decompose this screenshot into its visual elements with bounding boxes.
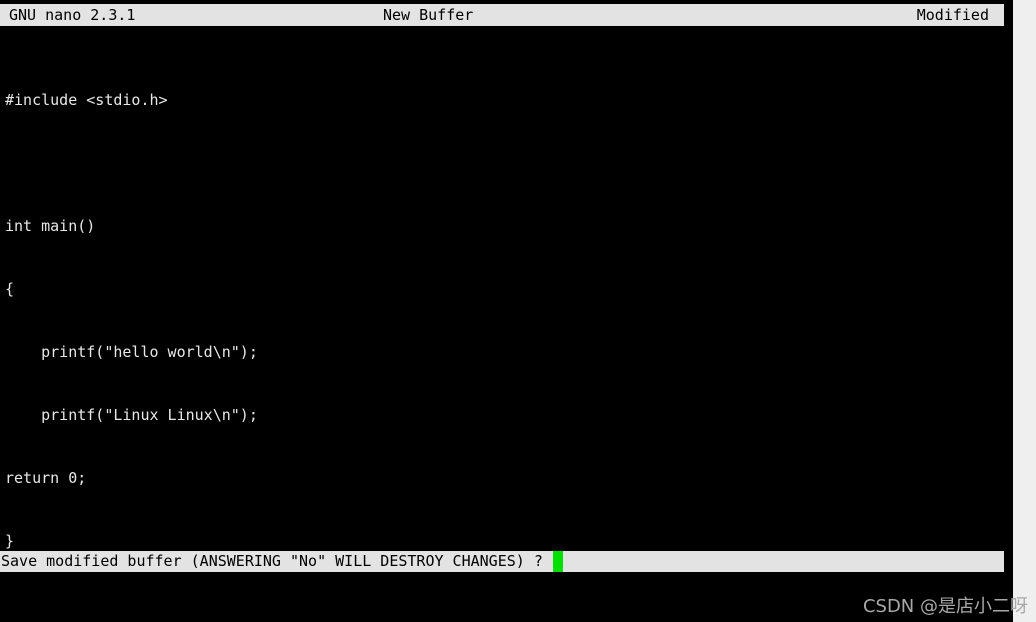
save-prompt-bar[interactable]: Save modified buffer (ANSWERING "No" WIL… [0, 551, 1004, 572]
code-line[interactable] [0, 153, 1013, 174]
nano-title-bar: GNU nano 2.3.1 New Buffer Modified [0, 4, 1004, 26]
code-line[interactable]: { [0, 279, 1013, 300]
code-line[interactable]: int main() [0, 216, 1013, 237]
editor-text-area[interactable]: #include <stdio.h> int main() { printf("… [0, 48, 1013, 594]
code-line[interactable]: } [0, 531, 1013, 552]
code-line[interactable]: printf("hello world\n"); [0, 342, 1013, 363]
save-prompt-text: Save modified buffer (ANSWERING "No" WIL… [1, 552, 543, 570]
nano-editor-screenshot: GNU nano 2.3.1 New Buffer Modified #incl… [0, 0, 1036, 622]
code-line[interactable]: return 0; [0, 468, 1013, 489]
code-line[interactable]: printf("Linux Linux\n"); [0, 405, 1013, 426]
shortcut-help-area: Y Yes N No ^C Cancel [0, 573, 1013, 618]
modified-status-label: Modified [916, 6, 989, 24]
buffer-name-label: New Buffer [383, 6, 474, 24]
app-version-label: GNU nano 2.3.1 [9, 6, 136, 24]
code-line[interactable]: #include <stdio.h> [0, 90, 1013, 111]
terminal-window[interactable]: GNU nano 2.3.1 New Buffer Modified #incl… [0, 0, 1013, 622]
text-cursor [553, 551, 563, 572]
